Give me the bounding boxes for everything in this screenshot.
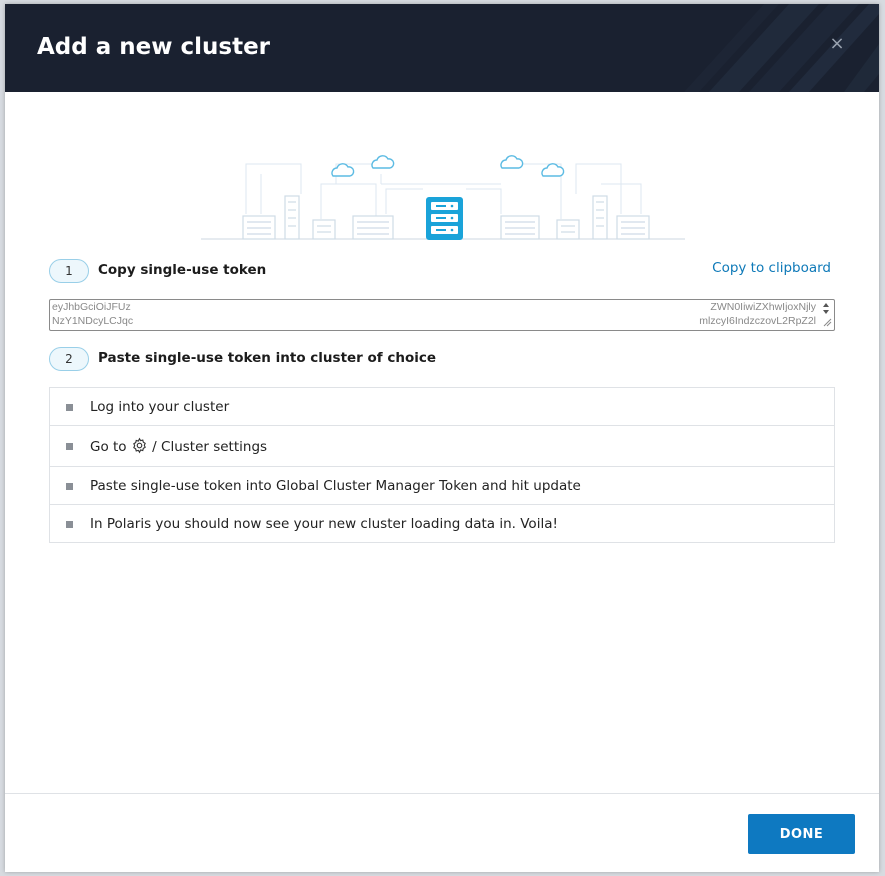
bullet-icon (66, 520, 73, 528)
step-2: 2 Paste single-use token into cluster of… (49, 347, 835, 373)
instructions-list: Log into your cluster Go to / Cluster se… (49, 387, 835, 543)
footer-divider (5, 793, 879, 794)
list-item: Log into your cluster (50, 388, 834, 426)
step-label: Paste single-use token into cluster of c… (98, 350, 437, 366)
token-text: NzY1NDcyLCJqc (52, 315, 134, 327)
list-item: Go to / Cluster settings (50, 426, 834, 467)
cluster-illustration (201, 155, 685, 240)
instruction-text: Log into your cluster (90, 398, 230, 415)
step-number: 1 (49, 259, 89, 283)
instruction-text-before: Go to (90, 439, 127, 455)
list-item: In Polaris you should now see your new c… (50, 505, 834, 542)
header-decoration (684, 4, 879, 92)
close-icon[interactable]: × (827, 34, 847, 54)
add-cluster-dialog: Add a new cluster × 1 Copy single-use to… (5, 4, 879, 872)
copy-to-clipboard-link[interactable]: Copy to clipboard (712, 260, 831, 276)
token-text: mlzcyI6IndzczovL2RpZ2l (699, 315, 816, 327)
instruction-text: Paste single-use token into Global Clust… (90, 477, 581, 494)
bullet-icon (66, 443, 73, 450)
token-textarea[interactable]: eyJhbGciOiJFUz NzY1NDcyLCJqc ZWN0IiwiZXh… (49, 299, 835, 331)
dialog-title: Add a new cluster (37, 34, 271, 60)
instruction-text: In Polaris you should now see your new c… (90, 515, 558, 532)
instruction-text-after: / Cluster settings (152, 439, 268, 455)
dialog-header: Add a new cluster × (5, 4, 879, 92)
done-button[interactable]: DONE (748, 814, 855, 854)
step-number: 2 (49, 347, 89, 371)
instruction-text: Go to / Cluster settings (90, 437, 267, 455)
server-icon (426, 197, 463, 240)
list-item: Paste single-use token into Global Clust… (50, 467, 834, 505)
textarea-scroll-icon[interactable] (820, 301, 832, 327)
gear-icon (132, 437, 146, 454)
bullet-icon (66, 403, 73, 411)
token-text: eyJhbGciOiJFUz (52, 301, 131, 313)
step-1: 1 Copy single-use token Copy to clipboar… (49, 259, 835, 285)
token-text: ZWN0IiwiZXhwIjoxNjly (710, 301, 816, 313)
bullet-icon (66, 482, 73, 490)
step-label: Copy single-use token (98, 262, 267, 278)
